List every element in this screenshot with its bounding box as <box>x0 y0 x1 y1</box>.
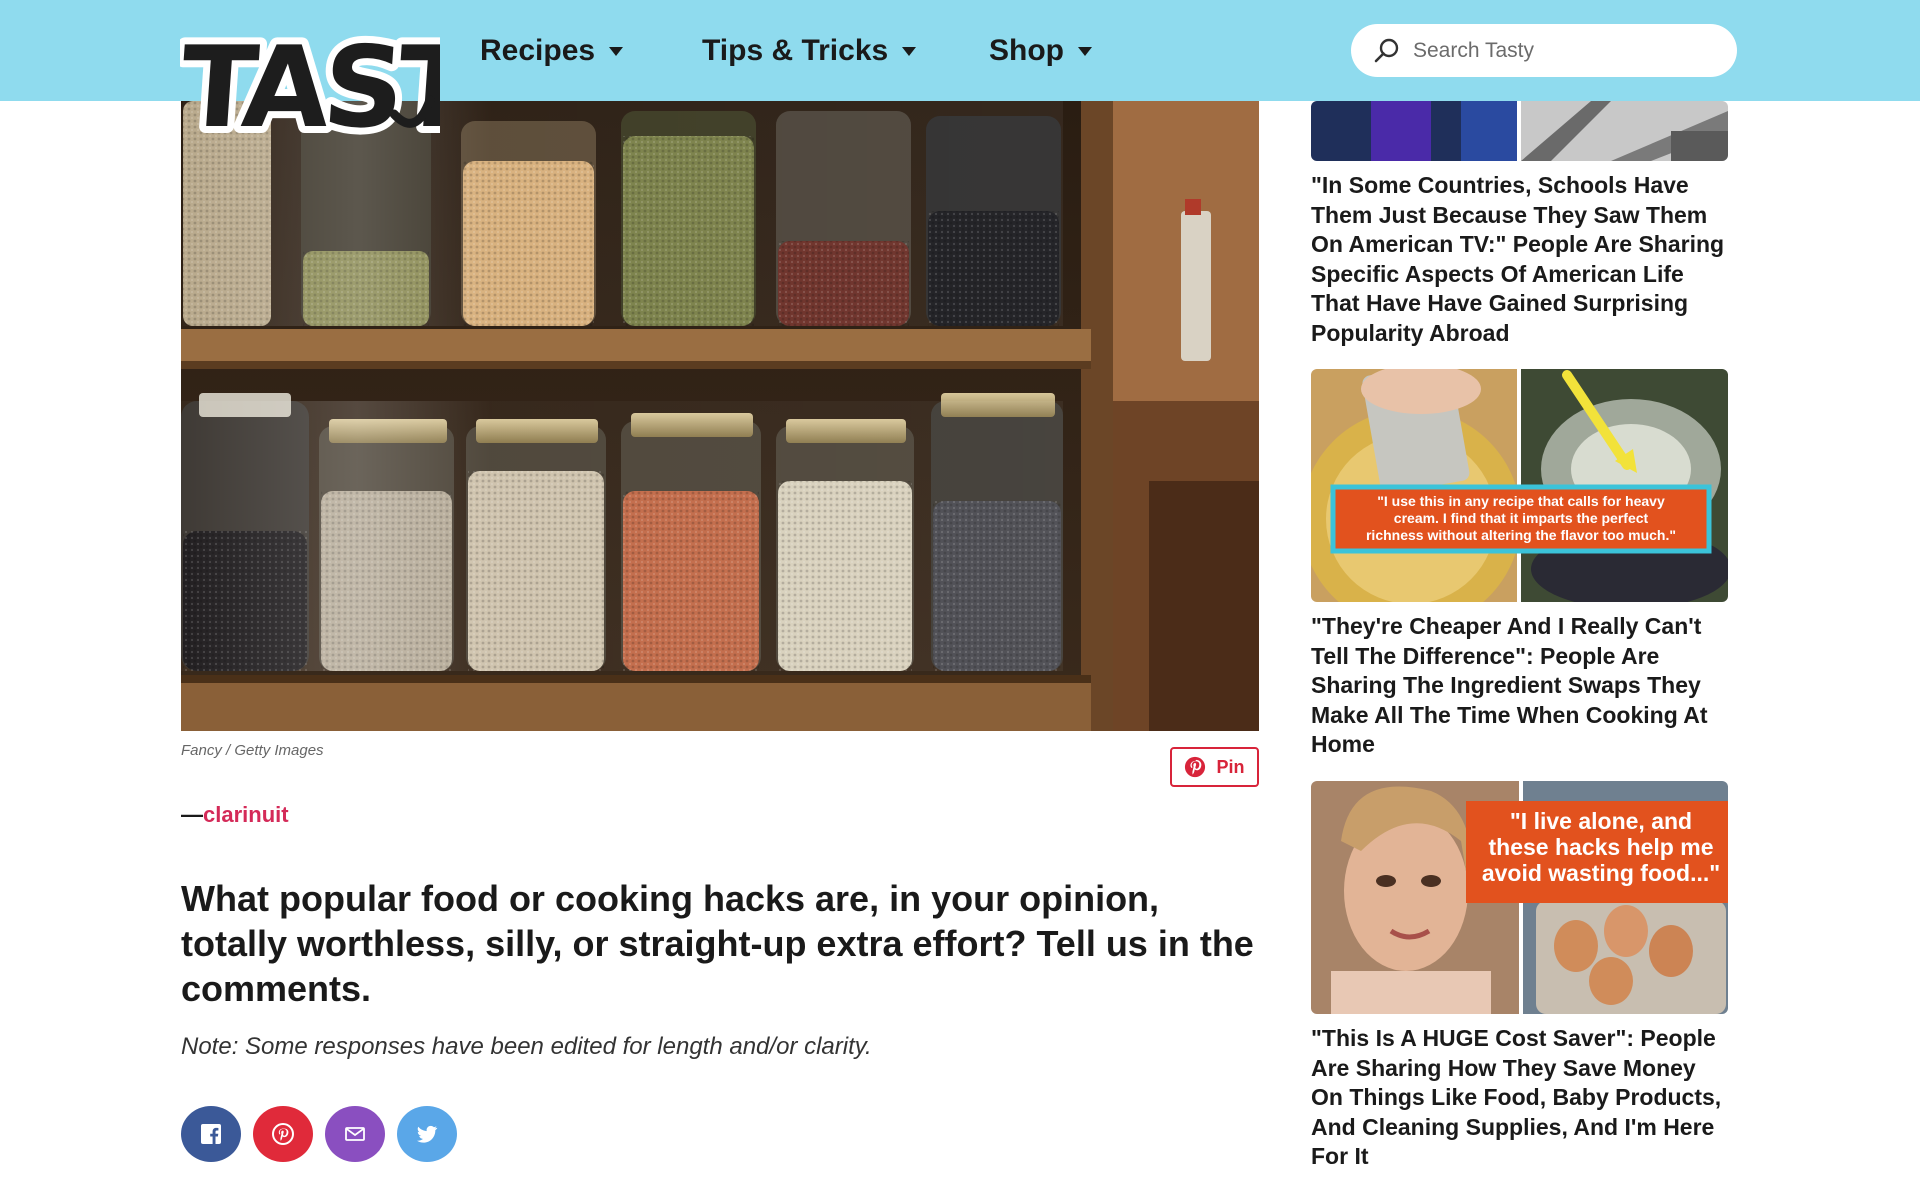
sidebar-card-title[interactable]: "This Is A HUGE Cost Saver": People Are … <box>1311 1024 1728 1172</box>
byline: —clarinuit <box>181 802 289 828</box>
nav-recipes[interactable]: Recipes <box>480 0 624 101</box>
sidebar-card-american-life[interactable]: "In Some Countries, Schools Have Them Ju… <box>1311 101 1728 348</box>
pantry-jars-photo <box>181 101 1259 731</box>
thumbnail-callout-line2: these hacks help me <box>1489 834 1714 860</box>
share-bar <box>181 1106 457 1162</box>
pin-button[interactable]: Pin <box>1170 747 1259 787</box>
pinterest-icon <box>272 1123 294 1145</box>
image-credit: Fancy / Getty Images <box>181 742 324 759</box>
nav-shop-label: Shop <box>989 33 1064 67</box>
thumbnail-callout-line1: "I live alone, and <box>1510 808 1692 834</box>
edit-note: Note: Some responses have been edited fo… <box>181 1033 872 1060</box>
share-pinterest-button[interactable] <box>253 1106 313 1162</box>
sidebar-card-title[interactable]: "In Some Countries, Schools Have Them Ju… <box>1311 171 1728 348</box>
pinterest-icon <box>1185 756 1206 778</box>
byline-user-link[interactable]: clarinuit <box>203 802 289 827</box>
thumbnail-callout-line2: cream. I find that it imparts the perfec… <box>1394 510 1649 526</box>
sidebar-card-thumbnail: "I use this in any recipe that calls for… <box>1311 369 1728 602</box>
search-icon <box>1374 38 1399 62</box>
chevron-down-icon <box>609 47 624 56</box>
search-input[interactable] <box>1413 38 1713 63</box>
share-twitter-button[interactable] <box>397 1106 457 1162</box>
chevron-down-icon <box>902 47 917 56</box>
thumbnail-callout-line3: avoid wasting food..." <box>1482 860 1720 886</box>
share-email-button[interactable] <box>325 1106 385 1162</box>
tasty-logo[interactable]: TASTY TASTY <box>180 18 440 154</box>
pin-label: Pin <box>1216 756 1245 777</box>
byline-dash: — <box>181 802 203 827</box>
nav-tips-label: Tips & Tricks <box>702 33 889 67</box>
nav-recipes-label: Recipes <box>480 33 596 67</box>
nav-tips-and-tricks[interactable]: Tips & Tricks <box>702 0 917 101</box>
nav-shop[interactable]: Shop <box>989 0 1092 101</box>
sidebar-card-thumbnail <box>1311 101 1728 161</box>
chevron-down-icon <box>1078 47 1092 56</box>
svg-text:TASTY: TASTY <box>180 23 440 153</box>
email-icon <box>345 1127 365 1141</box>
sidebar-card-cost-saver[interactable]: "I live alone, and these hacks help me a… <box>1311 781 1728 1172</box>
thumbnail-callout-line3: richness without altering the flavor too… <box>1366 527 1676 543</box>
share-facebook-button[interactable] <box>181 1106 241 1162</box>
sidebar-card-title[interactable]: "They're Cheaper And I Really Can't Tell… <box>1311 612 1728 760</box>
article-question: What popular food or cooking hacks are, … <box>181 878 1254 1009</box>
facebook-icon <box>201 1124 221 1144</box>
sidebar-card-ingredient-swaps[interactable]: "I use this in any recipe that calls for… <box>1311 369 1728 760</box>
thumbnail-callout-line1: "I use this in any recipe that calls for… <box>1377 493 1665 509</box>
twitter-icon <box>417 1125 438 1143</box>
sidebar-card-thumbnail: "I live alone, and these hacks help me a… <box>1311 781 1728 1014</box>
search-box[interactable] <box>1351 24 1737 77</box>
